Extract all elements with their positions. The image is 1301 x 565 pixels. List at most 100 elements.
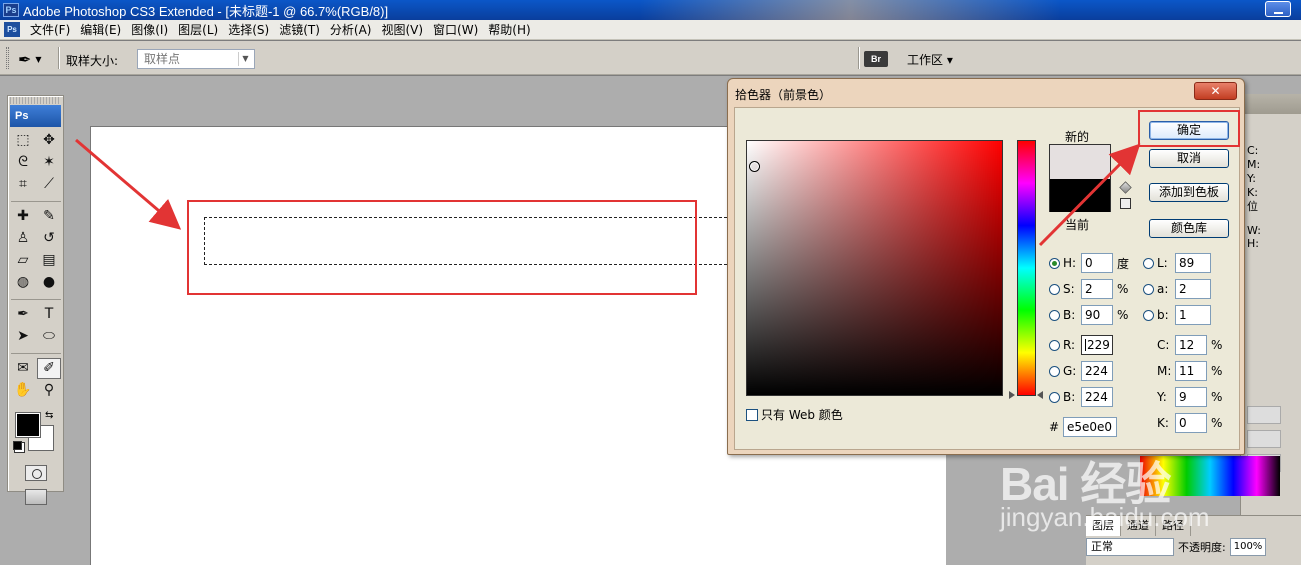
text-caret (1085, 339, 1086, 351)
workspace-menu[interactable]: 工作区 ▾ (907, 51, 953, 68)
menu-filter[interactable]: 滤镜(T) (274, 20, 325, 40)
black-input[interactable]: 0 (1175, 413, 1207, 433)
tab-layers[interactable]: 图层 (1086, 516, 1121, 536)
swap-colors-icon[interactable]: ⇆ (45, 410, 53, 421)
lasso-icon[interactable]: ᘓ (11, 152, 35, 173)
color-swatches: ⇆ (8, 407, 63, 461)
healing-icon[interactable]: ✚ (11, 206, 35, 227)
toolbox-grip[interactable] (10, 97, 61, 104)
radio-s[interactable] (1049, 283, 1060, 295)
menu-analysis[interactable]: 分析(A) (325, 20, 377, 40)
color-libraries-button[interactable]: 颜色库 (1149, 219, 1229, 238)
foreground-color-swatch[interactable] (15, 412, 41, 438)
panel-field[interactable] (1247, 406, 1281, 424)
menu-view[interactable]: 视图(V) (376, 20, 428, 40)
cyan-input[interactable]: 12 (1175, 335, 1207, 355)
info-label: Y: (1247, 172, 1256, 185)
zoom-icon[interactable]: ⚲ (37, 380, 61, 401)
slice-icon[interactable]: ⟋ (37, 174, 61, 195)
yellow-input[interactable]: 9 (1175, 387, 1207, 407)
cancel-button[interactable]: 取消 (1149, 149, 1229, 168)
saturation-brightness-field[interactable] (746, 140, 1003, 396)
field-label-hex: # (1049, 420, 1060, 434)
blur-icon[interactable]: ◍ (11, 272, 35, 293)
radio-l[interactable] (1143, 257, 1154, 269)
field-row-s: S: 2 % (1049, 279, 1131, 299)
red-input[interactable]: 229 (1081, 335, 1113, 355)
ellipse-icon[interactable]: ⬭ (37, 326, 61, 347)
a-channel-input[interactable]: 2 (1175, 279, 1211, 299)
panel-field[interactable] (1247, 430, 1281, 448)
bridge-icon[interactable]: Br (864, 51, 888, 67)
stamp-icon[interactable]: ♙ (11, 228, 35, 249)
history-brush-icon[interactable]: ↺ (37, 228, 61, 249)
type-icon[interactable]: T (37, 304, 61, 325)
radio-lab-b[interactable] (1143, 309, 1154, 321)
menu-file[interactable]: 文件(F) (25, 20, 75, 40)
path-select-icon[interactable]: ➤ (11, 326, 35, 347)
brush-icon[interactable]: ✎ (37, 206, 61, 227)
eraser-icon[interactable]: ▱ (11, 250, 35, 271)
radio-g[interactable] (1049, 365, 1060, 377)
hue-slider-arrow-icon[interactable] (1009, 391, 1015, 399)
hue-input[interactable]: 0 (1081, 253, 1113, 273)
web-safe-warning-icon[interactable] (1120, 198, 1131, 209)
close-button[interactable]: ✕ (1194, 82, 1237, 100)
menu-edit[interactable]: 编辑(E) (75, 20, 126, 40)
default-colors-icon[interactable] (13, 441, 22, 450)
options-bar-grip[interactable] (6, 47, 9, 69)
blend-mode-select[interactable]: 正常 (1086, 538, 1174, 556)
lightness-input[interactable]: 89 (1175, 253, 1211, 273)
magenta-input[interactable]: 11 (1175, 361, 1207, 381)
move-icon[interactable]: ✥ (37, 130, 61, 151)
menu-select[interactable]: 选择(S) (223, 20, 274, 40)
menu-window[interactable]: 窗口(W) (428, 20, 483, 40)
hex-input[interactable]: e5e0e0 (1063, 417, 1117, 437)
radio-blue[interactable] (1049, 391, 1060, 403)
sample-size-select[interactable]: 取样点 ▼ (137, 49, 255, 69)
options-separator (858, 47, 859, 69)
pen-icon[interactable]: ✒ (11, 304, 35, 325)
panel-header[interactable] (1241, 94, 1301, 114)
hue-slider[interactable] (1017, 140, 1036, 396)
toolbox-separator (11, 196, 61, 202)
screen-mode-icon[interactable] (24, 489, 47, 505)
tool-preset-picker[interactable]: ✒ ▼ (18, 49, 54, 69)
web-colors-checkbox[interactable] (746, 408, 758, 421)
web-colors-option[interactable]: 只有 Web 颜色 (746, 406, 843, 423)
tab-channels[interactable]: 通道 (1121, 516, 1156, 536)
magic-wand-icon[interactable]: ✶ (37, 152, 61, 173)
eyedropper-icon[interactable]: ✐ (37, 358, 61, 379)
minimize-button[interactable] (1265, 1, 1291, 17)
radio-a[interactable] (1143, 283, 1154, 295)
field-label-r: R: (1063, 338, 1076, 352)
add-to-swatches-button[interactable]: 添加到色板 (1149, 183, 1229, 202)
crop-icon[interactable]: ⌗ (11, 174, 35, 195)
opacity-input[interactable]: 100% (1229, 538, 1266, 556)
menu-image[interactable]: 图像(I) (126, 20, 173, 40)
hue-slider-arrow-icon[interactable] (1037, 391, 1043, 399)
radio-r[interactable] (1049, 339, 1060, 351)
notes-icon[interactable]: ✉ (11, 358, 35, 379)
b-channel-input[interactable]: 1 (1175, 305, 1211, 325)
marquee-icon[interactable]: ⬚ (11, 130, 35, 151)
quick-mask-icon[interactable] (24, 465, 47, 481)
new-color-label: 新的 (1065, 130, 1090, 144)
brightness-input[interactable]: 90 (1081, 305, 1113, 325)
saturation-input[interactable]: 2 (1081, 279, 1113, 299)
gamut-warning-icon[interactable] (1119, 181, 1132, 194)
green-input[interactable]: 224 (1081, 361, 1113, 381)
document-ps-icon[interactable]: Ps (4, 22, 20, 37)
blue-input[interactable]: 224 (1081, 387, 1113, 407)
radio-b[interactable] (1049, 309, 1060, 321)
dodge-icon[interactable]: ● (37, 272, 61, 293)
color-marker-icon[interactable] (749, 161, 760, 172)
gradient-icon[interactable]: ▤ (37, 250, 61, 271)
tab-paths[interactable]: 路径 (1156, 516, 1191, 536)
radio-h[interactable] (1049, 257, 1060, 269)
current-color-swatch[interactable] (1050, 179, 1110, 212)
hand-icon[interactable]: ✋ (11, 380, 35, 401)
color-spectrum-strip[interactable] (1140, 456, 1280, 496)
menu-layer[interactable]: 图层(L) (173, 20, 223, 40)
menu-help[interactable]: 帮助(H) (483, 20, 535, 40)
